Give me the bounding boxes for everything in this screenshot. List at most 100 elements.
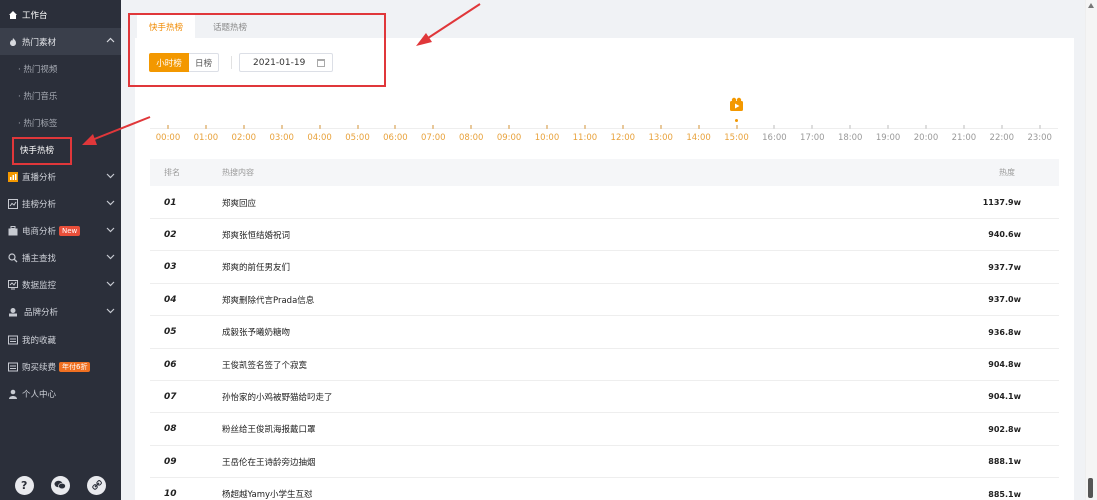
sidebar-item-label: 电商分析	[22, 226, 57, 237]
table-row[interactable]: 01 郑爽回应 1137.9w	[150, 187, 1059, 219]
link-icon[interactable]	[87, 475, 107, 495]
sidebar-item-workbench[interactable]: 工作台	[0, 1, 121, 28]
sidebar-item-live-analysis[interactable]: 直播分析	[0, 163, 121, 190]
timeline-tick-mark	[508, 125, 511, 129]
timeline-hour[interactable]: 21:00	[949, 133, 979, 143]
timeline-hour[interactable]: 02:00	[229, 133, 259, 143]
row-title[interactable]: 粉丝给王俊凯海报戴口罩	[222, 423, 316, 435]
page-scrollbar[interactable]	[1085, 0, 1097, 500]
row-rank: 07	[164, 391, 177, 402]
table-row[interactable]: 07 孙怡家的小鸡被野猫给叼走了 904.1w	[150, 381, 1059, 414]
timeline-hour[interactable]: 13:00	[646, 133, 676, 143]
timeline-hour[interactable]: 12:00	[608, 133, 638, 143]
timeline-hour[interactable]: 01:00	[191, 133, 221, 143]
timeline-hour[interactable]: 04:00	[305, 133, 335, 143]
row-title[interactable]: 郑爽张恒结婚祝词	[222, 229, 290, 241]
chevron-up-icon	[106, 37, 115, 43]
sidebar-item-label: 热门素材	[22, 37, 57, 48]
sidebar-subitem-hot-music[interactable]: · 热门音乐	[0, 82, 121, 109]
timeline-hour[interactable]: 00:00	[153, 133, 183, 143]
timeline-hour[interactable]: 10:00	[532, 133, 562, 143]
table-row[interactable]: 09 王岳伦在王诗龄旁边抽烟 888.1w	[150, 446, 1059, 479]
sidebar-item-label: 直播分析	[22, 172, 57, 183]
row-rank: 02	[164, 229, 177, 240]
timeline-hour[interactable]: 14:00	[684, 133, 714, 143]
row-title[interactable]: 王俊凯签名签了个寂寞	[222, 359, 307, 371]
monitor-icon	[7, 279, 18, 290]
row-title[interactable]: 杨超越Yamy小学生互怼	[222, 488, 313, 500]
row-title[interactable]: 郑爽的前任男友们	[222, 261, 290, 273]
discount-badge: 年付6折	[59, 361, 91, 372]
sidebar-item-label: 我的收藏	[22, 335, 57, 346]
table-row[interactable]: 10 杨超越Yamy小学生互怼 885.1w	[150, 479, 1059, 500]
sidebar-item-streamer-search[interactable]: 播主查找	[0, 244, 121, 271]
timeline-hour[interactable]: 16:00	[759, 133, 789, 143]
bar-chart-icon	[7, 171, 18, 182]
row-heat: 885.1w	[988, 489, 1021, 499]
timeline-hour[interactable]: 06:00	[380, 133, 410, 143]
timeline-tick-mark	[659, 125, 662, 129]
row-title[interactable]: 郑爽删除代言Prada信息	[222, 294, 314, 306]
timeline-tick-mark	[318, 125, 321, 129]
timeline-hour[interactable]: 18:00	[835, 133, 865, 143]
timeline-tick-mark	[697, 125, 700, 129]
wechat-icon[interactable]	[50, 475, 70, 495]
help-icon[interactable]: ?	[14, 475, 34, 495]
timeline-hour[interactable]: 09:00	[494, 133, 524, 143]
sidebar-item-hot-material[interactable]: 热门素材	[0, 28, 121, 55]
sidebar-subitem-hot-video[interactable]: · 热门视频	[0, 55, 121, 82]
timeline-tick-mark	[280, 125, 283, 129]
list-icon	[7, 334, 18, 345]
timeline-hour[interactable]: 05:00	[343, 133, 373, 143]
table-row[interactable]: 08 粉丝给王俊凯海报戴口罩 902.8w	[150, 414, 1059, 446]
table-row[interactable]: 04 郑爽删除代言Prada信息 937.0w	[150, 284, 1059, 317]
table-row[interactable]: 02 郑爽张恒结婚祝词 940.6w	[150, 219, 1059, 252]
timeline-hour[interactable]: 15:00	[722, 133, 752, 143]
table-row[interactable]: 03 郑爽的前任男友们 937.7w	[150, 252, 1059, 284]
sidebar-item-profile[interactable]: 个人中心	[0, 380, 121, 407]
user-icon	[7, 388, 18, 399]
timeline-hour[interactable]: 22:00	[987, 133, 1017, 143]
hour-timeline: 00:00 01:00 02:00 03:00 04:00 05:00 06:00 07:00…	[150, 125, 1058, 145]
row-title[interactable]: 王岳伦在王诗龄旁边抽烟	[222, 456, 316, 468]
sidebar-item-label: 播主查找	[22, 253, 57, 264]
scroll-thumb[interactable]	[1088, 478, 1093, 498]
timeline-hour[interactable]: 08:00	[456, 133, 486, 143]
row-rank: 03	[164, 262, 177, 273]
briefcase-icon	[7, 225, 18, 236]
row-title[interactable]: 成毅张予曦奶糖吻	[222, 326, 290, 338]
timeline-hour[interactable]: 23:00	[1025, 133, 1055, 143]
chevron-down-icon	[106, 227, 115, 233]
row-title[interactable]: 孙怡家的小鸡被野猫给叼走了	[222, 391, 333, 403]
sidebar-item-data-monitor[interactable]: 数据监控	[0, 271, 121, 298]
sidebar-item-ecommerce-analysis[interactable]: 电商分析 New	[0, 217, 121, 244]
chevron-down-icon	[106, 308, 115, 314]
timeline-hour[interactable]: 17:00	[797, 133, 827, 143]
timeline-axis	[150, 128, 1058, 129]
timeline-hour[interactable]: 19:00	[873, 133, 903, 143]
sidebar-item-favorites[interactable]: 我的收藏	[0, 326, 121, 353]
row-rank: 06	[164, 359, 177, 370]
timeline-hour[interactable]: 11:00	[570, 133, 600, 143]
sidebar-item-rank-analysis[interactable]: 挂榜分析	[0, 190, 121, 217]
timeline-hour[interactable]: 20:00	[911, 133, 941, 143]
scroll-up-icon[interactable]	[1088, 3, 1094, 8]
sidebar: 工作台 热门素材 · 热门视频 · 热门音乐 · 热门标签 快手热榜 直播分析 …	[0, 0, 121, 500]
table-row[interactable]: 06 王俊凯签名签了个寂寞 904.8w	[150, 349, 1059, 381]
row-rank: 09	[164, 456, 177, 467]
sidebar-item-purchase[interactable]: 购买续费 年付6折	[0, 353, 121, 380]
timeline-tick-mark	[242, 125, 245, 129]
timeline-hour[interactable]: 03:00	[267, 133, 297, 143]
chevron-down-icon	[106, 173, 115, 179]
timeline-tick-mark	[925, 125, 927, 129]
row-rank: 01	[164, 197, 177, 208]
timeline-hour[interactable]: 07:00	[418, 133, 448, 143]
sidebar-item-brand-analysis[interactable]: 品牌分析	[0, 298, 121, 325]
chevron-down-icon	[106, 254, 115, 260]
row-title[interactable]: 郑爽回应	[222, 197, 256, 209]
sidebar-subitem-hot-tags[interactable]: · 热门标签	[0, 109, 121, 136]
table-row[interactable]: 05 成毅张予曦奶糖吻 936.8w	[150, 317, 1059, 349]
row-heat: 888.1w	[988, 457, 1021, 467]
line-chart-icon	[7, 198, 18, 209]
row-heat: 936.8w	[988, 327, 1021, 337]
